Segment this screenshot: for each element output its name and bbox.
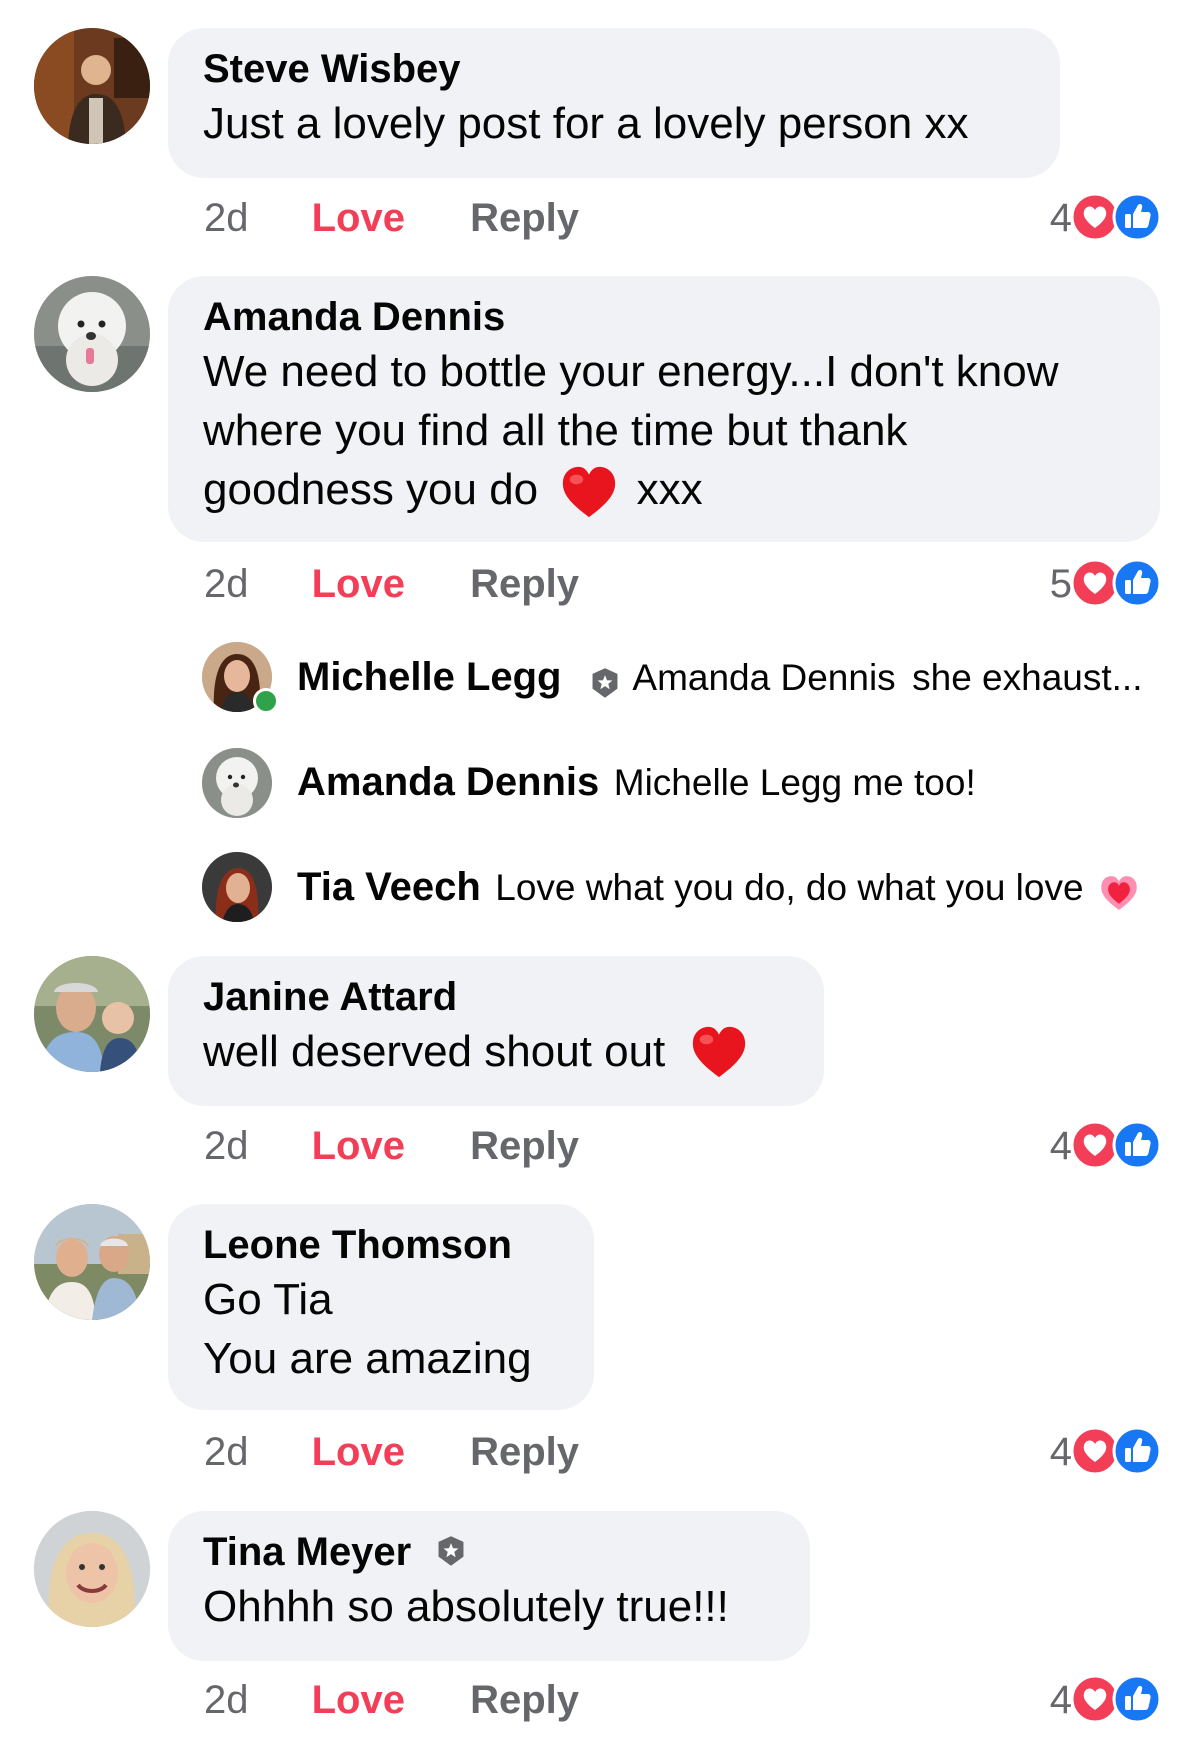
comment-actions: 2d Love Reply: [204, 1676, 579, 1724]
reply-text: she exhaust...: [912, 657, 1143, 698]
reaction-summary[interactable]: 4: [1020, 1426, 1170, 1478]
reply-mention[interactable]: Amanda Dennis: [632, 657, 895, 698]
comment-bubble: Tina Meyer Ohhhh so absolutely true!!!: [168, 1511, 810, 1661]
avatar[interactable]: [34, 276, 150, 392]
comment-bubble: Leone Thomson Go Tia You are amazing: [168, 1204, 594, 1410]
like-reaction-icon: [1112, 192, 1162, 242]
love-button[interactable]: Love: [312, 1124, 405, 1168]
reply-author[interactable]: Michelle Legg: [297, 655, 562, 699]
comment-bubble: Janine Attard well deserved shout out: [168, 956, 824, 1106]
love-button[interactable]: Love: [312, 196, 405, 240]
reaction-count: 4: [1049, 1430, 1072, 1474]
reply-row: Amanda Dennis Michelle Legg me too!: [297, 757, 1177, 808]
comment-author[interactable]: Amanda Dennis: [203, 292, 1125, 342]
reaction-summary[interactable]: 4: [1020, 192, 1170, 244]
reply-button[interactable]: Reply: [470, 1124, 579, 1168]
like-reaction-icon: [1112, 1426, 1162, 1476]
reaction-count: 4: [1049, 1124, 1072, 1168]
comment-actions: 2d Love Reply: [204, 560, 579, 608]
avatar[interactable]: [34, 1204, 150, 1320]
reply-author[interactable]: Tia Veech: [297, 865, 481, 909]
reply-text: Michelle Legg me too!: [613, 762, 976, 803]
top-fan-badge-icon: [588, 666, 622, 700]
reaction-count: 5: [1049, 562, 1072, 606]
avatar[interactable]: [34, 956, 150, 1072]
reply-row: Michelle Legg Amanda Dennis she exhaust.…: [297, 652, 1177, 703]
comment-timestamp[interactable]: 2d: [204, 196, 249, 240]
comment-text-line: You are amazing: [203, 1334, 532, 1383]
comment-timestamp[interactable]: 2d: [204, 1430, 249, 1474]
comment-text-segment: goodness you do: [203, 465, 539, 514]
reaction-summary[interactable]: 5: [1020, 558, 1170, 610]
love-button[interactable]: Love: [312, 1430, 405, 1474]
reply-button[interactable]: Reply: [470, 1430, 579, 1474]
comment-actions: 2d Love Reply: [204, 1122, 579, 1170]
comment-author-row: Tina Meyer: [203, 1527, 775, 1577]
reaction-count: 4: [1049, 1678, 1072, 1722]
reply-button[interactable]: Reply: [470, 196, 579, 240]
reply-button[interactable]: Reply: [470, 562, 579, 606]
comment-bubble: Amanda Dennis We need to bottle your ene…: [168, 276, 1160, 542]
sparkling-heart-emoji-icon: [1096, 871, 1142, 915]
avatar[interactable]: [34, 28, 150, 144]
red-heart-emoji-icon: [560, 465, 618, 519]
comment-text-segment: xxx: [636, 465, 703, 514]
reaction-summary[interactable]: 4: [1020, 1120, 1170, 1172]
comment-author[interactable]: Janine Attard: [203, 972, 789, 1022]
reaction-summary[interactable]: 4: [1020, 1674, 1170, 1726]
comment-author[interactable]: Leone Thomson: [203, 1220, 559, 1270]
comment-text-line: where you find all the time but thank: [203, 406, 908, 455]
reply-author[interactable]: Amanda Dennis: [297, 760, 599, 804]
comment-text: well deserved shout out: [203, 1022, 789, 1081]
comment-timestamp[interactable]: 2d: [204, 1678, 249, 1722]
reply-text: Love what you do, do what you love: [495, 867, 1084, 908]
comment-text: Just a lovely post for a lovely person x…: [203, 99, 969, 148]
top-fan-badge-icon: [434, 1534, 468, 1568]
online-status-indicator: [253, 688, 279, 714]
comment-text-segment: well deserved shout out: [203, 1027, 666, 1076]
like-reaction-icon: [1112, 1674, 1162, 1724]
comment-bubble: Steve Wisbey Just a lovely post for a lo…: [168, 28, 1060, 178]
reply-button[interactable]: Reply: [470, 1678, 579, 1722]
comment-text-line: We need to bottle your energy...I don't …: [203, 347, 1059, 396]
comment-text: Ohhhh so absolutely true!!!: [203, 1582, 729, 1631]
comment-actions: 2d Love Reply: [204, 194, 579, 242]
comment-actions: 2d Love Reply: [204, 1428, 579, 1476]
comment-timestamp[interactable]: 2d: [204, 562, 249, 606]
like-reaction-icon: [1112, 558, 1162, 608]
red-heart-emoji-icon: [690, 1025, 748, 1079]
avatar[interactable]: [34, 1511, 150, 1627]
comment-timestamp[interactable]: 2d: [204, 1124, 249, 1168]
comment-author[interactable]: Tina Meyer: [203, 1530, 411, 1574]
love-button[interactable]: Love: [312, 562, 405, 606]
reply-avatar[interactable]: [202, 852, 272, 922]
reaction-count: 4: [1049, 196, 1072, 240]
reply-row: Tia Veech Love what you do, do what you …: [297, 862, 1177, 915]
reply-avatar[interactable]: [202, 748, 272, 818]
comment-text-line: goodness you do xxx: [203, 460, 1125, 519]
love-button[interactable]: Love: [312, 1678, 405, 1722]
like-reaction-icon: [1112, 1120, 1162, 1170]
comment-text-line: Go Tia: [203, 1275, 333, 1324]
comment-author[interactable]: Steve Wisbey: [203, 44, 1025, 94]
